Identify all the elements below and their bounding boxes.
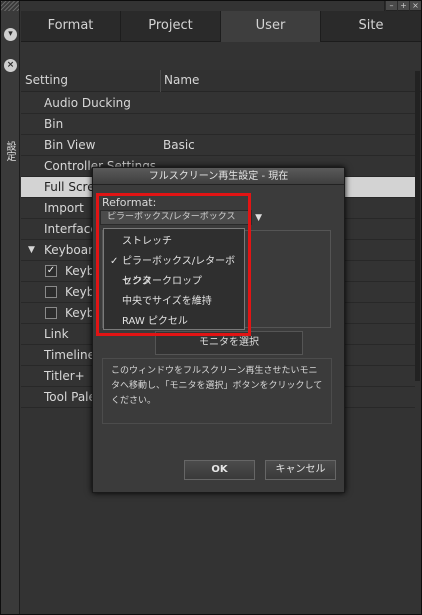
cancel-button[interactable]: キャンセル bbox=[265, 460, 336, 480]
expand-triangle-icon[interactable]: ▼ bbox=[28, 240, 35, 260]
tab-user[interactable]: User bbox=[221, 11, 321, 42]
app-window: – + × ▾ × 設定 Format Project User Site Se… bbox=[0, 0, 422, 615]
window-controls: – + × bbox=[384, 1, 421, 11]
list-item-value: Basic bbox=[163, 138, 195, 152]
list-scrollbar[interactable] bbox=[415, 71, 420, 381]
dialog-title[interactable]: フルスクリーン再生設定 - 現在 bbox=[93, 168, 344, 185]
menu-item-keep-size-centered[interactable]: 中央でサイズを維持 bbox=[104, 292, 244, 312]
menu-item-label: 中央でサイズを維持 bbox=[122, 296, 212, 307]
tab-project[interactable]: Project bbox=[121, 11, 221, 42]
tab-format[interactable]: Format bbox=[21, 11, 121, 42]
column-header-name[interactable]: Name bbox=[164, 73, 199, 87]
list-item-label: Keyb bbox=[65, 306, 95, 320]
maximize-icon[interactable]: + bbox=[397, 1, 409, 11]
list-item-label: Import bbox=[44, 201, 84, 215]
menu-item-label: センタークロップ bbox=[122, 276, 202, 287]
list-item-label: Audio Ducking bbox=[44, 96, 131, 110]
tab-bar: Format Project User Site bbox=[21, 11, 421, 42]
dropdown-arrow-icon[interactable]: ▼ bbox=[255, 212, 262, 225]
minimize-icon[interactable]: – bbox=[385, 1, 397, 11]
list-item-label: Full Scre bbox=[44, 180, 95, 194]
side-panel-strip: ▾ × 設定 bbox=[1, 1, 20, 614]
column-divider[interactable] bbox=[160, 70, 161, 92]
settings-list-header: Setting Name bbox=[21, 70, 421, 92]
column-header-setting[interactable]: Setting bbox=[25, 73, 68, 87]
list-item[interactable]: Bin View Basic bbox=[21, 135, 415, 156]
select-monitor-button[interactable]: モニタを選択 bbox=[155, 331, 303, 355]
list-item[interactable]: Audio Ducking bbox=[21, 93, 415, 114]
close-icon[interactable]: × bbox=[4, 59, 17, 72]
menu-item-center-crop[interactable]: センタークロップ bbox=[104, 272, 244, 292]
grip-handle[interactable] bbox=[1, 1, 19, 11]
list-item-label: Titler+ bbox=[44, 369, 85, 383]
list-item-label: Keyb bbox=[65, 264, 95, 278]
menu-item-stretch[interactable]: ストレッチ bbox=[104, 232, 244, 252]
help-text: このウィンドウをフルスクリーン再生させたいモニタへ移動し、「モニタを選択」ボタン… bbox=[111, 366, 323, 406]
menu-item-pillarbox-letterbox[interactable]: ✓ ピラーボックス/レターボックス bbox=[104, 252, 244, 287]
side-panel-label: 設定 bbox=[4, 141, 15, 161]
reformat-dropdown[interactable]: ピラーボックス/レターボックス ▼ bbox=[100, 210, 262, 225]
reformat-selected-value: ピラーボックス/レターボックス bbox=[107, 212, 236, 222]
list-item-label: Keyboar bbox=[44, 243, 94, 257]
checkbox[interactable] bbox=[45, 286, 57, 298]
menu-item-label: RAW ピクセル bbox=[122, 316, 188, 327]
reformat-dropdown-menu: ストレッチ ✓ ピラーボックス/レターボックス センタークロップ 中央でサイズを維… bbox=[103, 228, 245, 330]
chevron-down-icon[interactable]: ▾ bbox=[4, 28, 17, 41]
list-item-label: Interface bbox=[44, 222, 98, 236]
checkbox-checked[interactable]: ✓ bbox=[45, 265, 57, 277]
checkmark-icon: ✓ bbox=[110, 256, 119, 267]
tab-site[interactable]: Site bbox=[321, 11, 421, 42]
list-item[interactable]: Bin bbox=[21, 114, 415, 135]
list-item-label: Keyb bbox=[65, 285, 95, 299]
list-item-label: Tool Pale bbox=[44, 390, 96, 404]
menu-item-raw-pixels[interactable]: RAW ピクセル bbox=[104, 312, 244, 332]
close-icon[interactable]: × bbox=[409, 1, 421, 11]
list-item-label: Bin View bbox=[44, 138, 96, 152]
checkbox[interactable] bbox=[45, 307, 57, 319]
ok-button[interactable]: OK bbox=[184, 460, 255, 480]
list-item-label: Timeline bbox=[44, 348, 96, 362]
menu-item-label: ストレッチ bbox=[122, 236, 172, 247]
reformat-label: Reformat: bbox=[102, 196, 157, 209]
list-item-label: Link bbox=[44, 327, 69, 341]
list-item-label: Bin bbox=[44, 117, 64, 131]
